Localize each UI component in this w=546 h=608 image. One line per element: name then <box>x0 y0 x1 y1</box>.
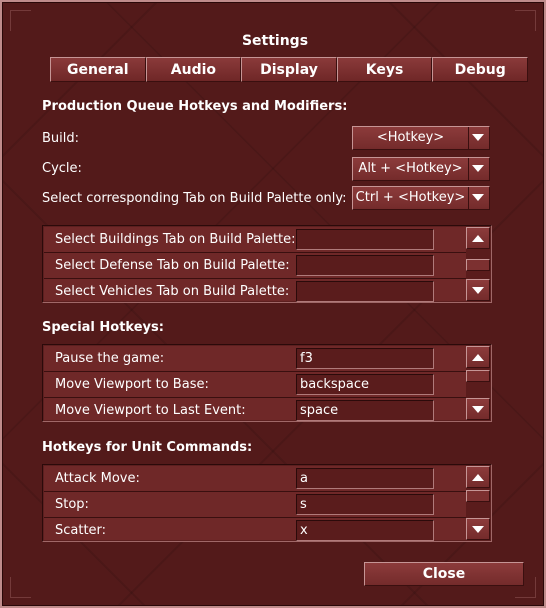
hotkey-label: Select Buildings Tab on Build Palette: <box>55 232 296 247</box>
hotkey-input[interactable] <box>296 229 434 250</box>
corner-ornament <box>10 577 31 598</box>
unit-hotkey-list: Attack Move: a Stop: s Scatter: x <box>42 464 492 542</box>
triangle-down-icon[interactable] <box>467 158 489 180</box>
hotkey-label: Select Vehicles Tab on Build Palette: <box>55 284 290 299</box>
list-item: Move Viewport to Base: backspace <box>44 372 466 398</box>
select-tab-modifier-value: Ctrl + <Hotkey> <box>353 187 469 209</box>
list-item: Move Viewport to Last Event: space <box>44 398 466 421</box>
hotkey-input[interactable] <box>296 281 434 302</box>
hotkey-label: Scatter: <box>55 523 107 538</box>
hotkey-label: Pause the game: <box>55 351 165 366</box>
triangle-down-icon[interactable] <box>466 398 490 420</box>
triangle-down-icon[interactable] <box>467 187 489 209</box>
build-modifier-dropdown[interactable]: <Hotkey> <box>352 126 490 150</box>
cycle-modifier-value: Alt + <Hotkey> <box>353 158 469 180</box>
build-modifier-value: <Hotkey> <box>353 127 469 149</box>
hotkey-input[interactable] <box>296 255 434 276</box>
triangle-down-icon[interactable] <box>467 127 489 149</box>
triangle-up-icon[interactable] <box>466 227 490 249</box>
cycle-modifier-dropdown[interactable]: Alt + <Hotkey> <box>352 157 490 181</box>
hotkey-label: Move Viewport to Last Event: <box>55 403 246 418</box>
select-tab-label: Select corresponding Tab on Build Palett… <box>42 191 347 206</box>
build-label: Build: <box>42 131 80 146</box>
settings-dialog: Settings General Audio Display Keys Debu… <box>0 0 546 608</box>
special-heading: Special Hotkeys: <box>42 320 164 335</box>
hotkey-input[interactable]: s <box>296 494 434 515</box>
dialog-title: Settings <box>241 33 309 49</box>
tab-bar: General Audio Display Keys Debug <box>50 57 528 82</box>
hotkey-label: Stop: <box>55 497 89 512</box>
tab-keys[interactable]: Keys <box>336 57 433 82</box>
scrollbar[interactable] <box>466 346 490 420</box>
select-tab-modifier-dropdown[interactable]: Ctrl + <Hotkey> <box>352 186 490 210</box>
hotkey-input[interactable]: space <box>296 400 434 421</box>
production-heading: Production Queue Hotkeys and Modifiers: <box>42 99 348 114</box>
close-button[interactable]: Close <box>364 562 524 586</box>
hotkey-input[interactable]: a <box>296 468 434 489</box>
triangle-up-icon[interactable] <box>466 466 490 488</box>
tab-debug[interactable]: Debug <box>432 57 528 82</box>
triangle-down-icon[interactable] <box>466 279 490 301</box>
triangle-up-icon[interactable] <box>466 346 490 368</box>
hotkey-input[interactable]: x <box>296 520 434 541</box>
scrollbar[interactable] <box>466 466 490 540</box>
tab-display[interactable]: Display <box>241 57 337 82</box>
triangle-down-icon[interactable] <box>466 518 490 540</box>
hotkey-input[interactable]: f3 <box>296 348 434 369</box>
cycle-label: Cycle: <box>42 161 82 176</box>
list-item: Scatter: x <box>44 518 466 541</box>
scroll-thumb[interactable] <box>466 259 490 271</box>
tab-general[interactable]: General <box>50 57 146 82</box>
list-item: Pause the game: f3 <box>44 346 466 372</box>
list-item: Stop: s <box>44 492 466 518</box>
list-item: Select Buildings Tab on Build Palette: <box>44 227 466 253</box>
unit-heading: Hotkeys for Unit Commands: <box>42 440 253 455</box>
list-item: Select Vehicles Tab on Build Palette: <box>44 279 466 302</box>
scroll-thumb[interactable] <box>466 370 490 382</box>
hotkey-label: Attack Move: <box>55 471 140 486</box>
corner-ornament <box>10 10 31 31</box>
tab-audio[interactable]: Audio <box>145 57 242 82</box>
list-item: Attack Move: a <box>44 466 466 492</box>
scrollbar[interactable] <box>466 227 490 301</box>
special-hotkey-list: Pause the game: f3 Move Viewport to Base… <box>42 344 492 422</box>
hotkey-input[interactable]: backspace <box>296 374 434 395</box>
scroll-thumb[interactable] <box>466 490 490 502</box>
corner-ornament <box>515 10 536 31</box>
hotkey-label: Move Viewport to Base: <box>55 377 209 392</box>
list-item: Select Defense Tab on Build Palette: <box>44 253 466 279</box>
hotkey-label: Select Defense Tab on Build Palette: <box>55 258 290 273</box>
production-hotkey-list: Select Buildings Tab on Build Palette: S… <box>42 225 492 303</box>
